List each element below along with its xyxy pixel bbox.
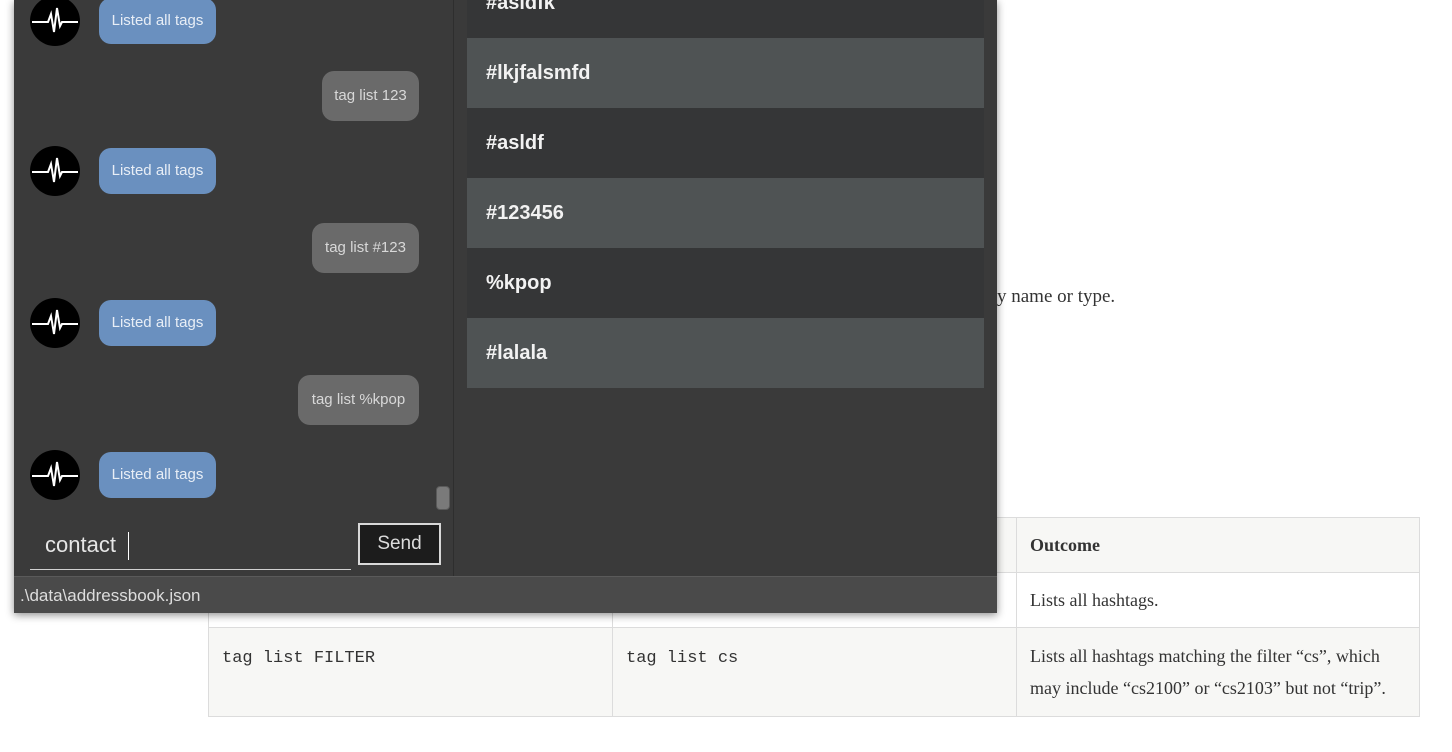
heartbeat-icon [32, 7, 78, 33]
app-window: Listed all tags tag list 123 Listed all … [14, 0, 997, 613]
table-row: tag list FILTER tag list cs Lists all ha… [208, 627, 1420, 717]
tag-list-item[interactable]: #lalala [467, 318, 984, 388]
table-cell-example: tag list cs [612, 627, 1017, 717]
example-code: tag list cs [626, 649, 739, 668]
chat-scrollbar[interactable] [436, 486, 450, 510]
bot-avatar [30, 146, 80, 196]
bot-bubble: Listed all tags [99, 452, 216, 498]
tag-list-item[interactable]: #123456 [467, 178, 984, 248]
command-input-wrapper [30, 523, 351, 570]
bot-avatar [30, 450, 80, 500]
user-bubble: tag list #123 [312, 223, 419, 273]
bot-avatar [30, 0, 80, 46]
heartbeat-icon [32, 157, 78, 183]
bot-avatar [30, 298, 80, 348]
heartbeat-icon [32, 461, 78, 487]
table-cell-format: tag list FILTER [208, 627, 613, 717]
send-button[interactable]: Send [358, 523, 441, 565]
bot-bubble: Listed all tags [99, 300, 216, 346]
chat-panel: Listed all tags tag list 123 Listed all … [14, 0, 454, 576]
format-code: tag list FILTER [222, 649, 376, 668]
table-header-outcome: Outcome [1016, 517, 1420, 573]
tag-list-panel: #asldfk #lkjfalsmfd #asldf #123456 %kpop… [454, 0, 997, 576]
document-text-fragment: y name or type. [997, 286, 1116, 307]
tag-list-item[interactable]: #asldfk [467, 0, 984, 38]
user-bubble: tag list %kpop [298, 375, 419, 425]
bot-bubble: Listed all tags [99, 148, 216, 194]
heartbeat-icon [32, 309, 78, 335]
command-input[interactable] [30, 523, 351, 567]
tag-list-item[interactable]: #lkjfalsmfd [467, 38, 984, 108]
table-cell-outcome: Lists all hashtags. [1016, 572, 1420, 628]
tag-list-item[interactable]: %kpop [467, 248, 984, 318]
table-cell-outcome: Lists all hashtags matching the filter “… [1016, 627, 1420, 717]
tag-list-item[interactable]: #asldf [467, 108, 984, 178]
status-bar-path: .\data\addressbook.json [14, 576, 997, 613]
text-caret [128, 532, 129, 560]
bot-bubble: Listed all tags [99, 0, 216, 44]
user-bubble: tag list 123 [322, 71, 419, 121]
